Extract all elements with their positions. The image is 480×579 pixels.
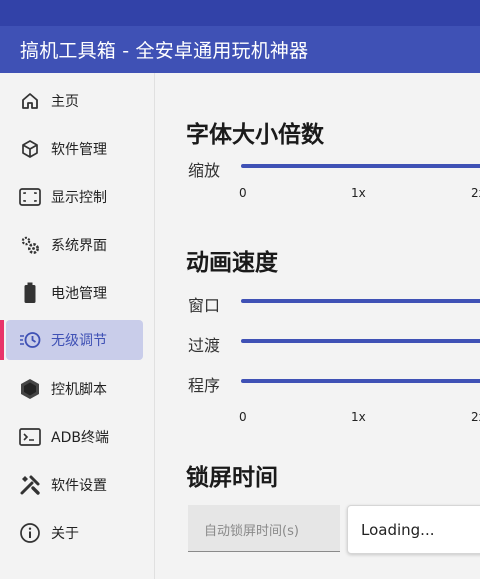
tick-label: 2x <box>471 186 480 200</box>
sidebar-item-label: 控机脚本 <box>51 382 107 398</box>
window-animation-slider[interactable] <box>241 299 480 303</box>
program-label: 程序 <box>188 376 221 395</box>
sidebar-item-label: 系统界面 <box>51 238 107 254</box>
info-icon <box>18 521 42 545</box>
sidebar-item-label: 显示控制 <box>51 190 107 206</box>
package-icon <box>18 137 42 161</box>
dropdown-value: Loading... <box>361 521 435 539</box>
sidebar-item-about[interactable]: 关于 <box>0 513 155 553</box>
sidebar-item-software-manage[interactable]: 软件管理 <box>0 129 155 169</box>
sidebar-item-adb-terminal[interactable]: ADB终端 <box>0 417 155 457</box>
scale-label: 缩放 <box>188 161 221 180</box>
battery-icon <box>18 281 42 305</box>
active-indicator <box>0 320 4 360</box>
sidebar-item-stepless-adjust[interactable]: 无级调节 <box>0 320 155 360</box>
terminal-icon <box>18 425 42 449</box>
sidebar-item-home[interactable]: 主页 <box>0 81 155 121</box>
lock-time-placeholder: 自动锁屏时间(s) <box>204 524 299 539</box>
screen-expand-icon <box>18 185 42 209</box>
app-bar: 搞机工具箱 - 全安卓通用玩机神器 <box>0 26 480 73</box>
transition-animation-slider[interactable] <box>241 339 480 343</box>
tick-label: 0 <box>239 410 247 424</box>
scale-slider[interactable] <box>241 164 480 168</box>
sidebar-item-label: 主页 <box>51 94 79 110</box>
tools-icon <box>18 473 42 497</box>
window-label: 窗口 <box>188 296 221 315</box>
main-content: 字体大小倍数 缩放 0 1x 2x 动画速度 窗口 过渡 程序 0 1x 2x … <box>156 73 480 579</box>
sidebar-item-system-ui[interactable]: 系统界面 <box>0 225 155 265</box>
sidebar-item-control-script[interactable]: 控机脚本 <box>0 369 155 409</box>
font-size-title: 字体大小倍数 <box>186 122 324 148</box>
hexagon-icon <box>18 377 42 401</box>
gears-icon <box>18 233 42 257</box>
sidebar-item-label: 软件设置 <box>51 478 107 494</box>
sidebar-item-display-control[interactable]: 显示控制 <box>0 177 155 217</box>
home-icon <box>18 89 42 113</box>
sidebar-item-battery[interactable]: 电池管理 <box>0 273 155 313</box>
app-title: 搞机工具箱 - 全安卓通用玩机神器 <box>20 40 309 62</box>
animation-speed-title: 动画速度 <box>186 250 278 276</box>
lock-screen-title: 锁屏时间 <box>186 465 278 491</box>
timer-adjust-icon <box>18 328 42 352</box>
sidebar-item-label: 关于 <box>51 526 79 542</box>
tick-label: 2x <box>471 410 480 424</box>
sidebar-item-label: ADB终端 <box>51 430 109 446</box>
lock-time-dropdown[interactable]: Loading... <box>347 505 480 554</box>
program-animation-slider[interactable] <box>241 379 480 383</box>
tick-label: 1x <box>351 186 366 200</box>
status-bar <box>0 0 480 26</box>
sidebar-item-label: 电池管理 <box>51 286 107 302</box>
transition-label: 过渡 <box>188 336 221 355</box>
sidebar-item-label: 软件管理 <box>51 142 107 158</box>
tick-label: 0 <box>239 186 247 200</box>
tick-label: 1x <box>351 410 366 424</box>
sidebar: 主页 软件管理 显示控制 系统界面 电池管理 无级调节 控机脚本 ADB终端 软… <box>0 73 155 579</box>
lock-time-input[interactable]: 自动锁屏时间(s) <box>188 505 340 552</box>
sidebar-item-label: 无级调节 <box>51 333 107 349</box>
sidebar-item-app-settings[interactable]: 软件设置 <box>0 465 155 505</box>
